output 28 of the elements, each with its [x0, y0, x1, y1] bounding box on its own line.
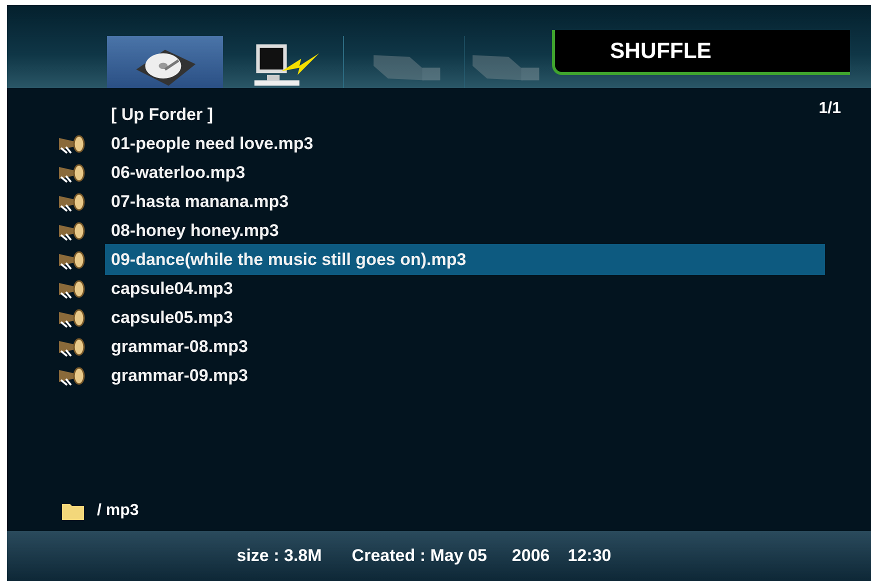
- shuffle-badge: SHUFFLE: [552, 30, 850, 75]
- up-folder-item[interactable]: [ Up Forder ]: [105, 99, 219, 130]
- created-year: 2006: [512, 546, 550, 566]
- trumpet-icon: [57, 366, 87, 386]
- trumpet-icon: [57, 134, 87, 154]
- trumpet-icon: [57, 250, 87, 270]
- trumpet-icon: [57, 278, 87, 298]
- folder-path: / mp3: [97, 502, 139, 520]
- file-item[interactable]: grammar-08.mp3: [105, 331, 254, 362]
- trumpet-icon: [57, 308, 87, 328]
- folder-icon: [61, 501, 85, 521]
- trumpet-icon: [57, 192, 87, 212]
- file-item[interactable]: capsule04.mp3: [105, 273, 239, 304]
- page-indicator: 1/1: [818, 100, 841, 118]
- trumpet-icon: [57, 162, 87, 182]
- file-item[interactable]: grammar-09.mp3: [105, 360, 254, 391]
- created-date: Created : May 05: [352, 546, 487, 566]
- device-tab[interactable]: [107, 36, 223, 88]
- file-item[interactable]: capsule05.mp3: [105, 302, 239, 333]
- file-item[interactable]: 08-honey honey.mp3: [105, 215, 285, 246]
- file-item[interactable]: 09-dance(while the music still goes on).mp3: [105, 244, 825, 275]
- file-item[interactable]: 01-people need love.mp3: [105, 128, 320, 159]
- trumpet-icon: [57, 336, 87, 356]
- trumpet-icon: [57, 220, 87, 240]
- file-item[interactable]: 06-waterloo.mp3: [105, 157, 252, 188]
- file-item[interactable]: 07-hasta manana.mp3: [105, 186, 295, 217]
- created-time: 12:30: [568, 546, 612, 566]
- file-size: size : 3.8M: [236, 546, 322, 566]
